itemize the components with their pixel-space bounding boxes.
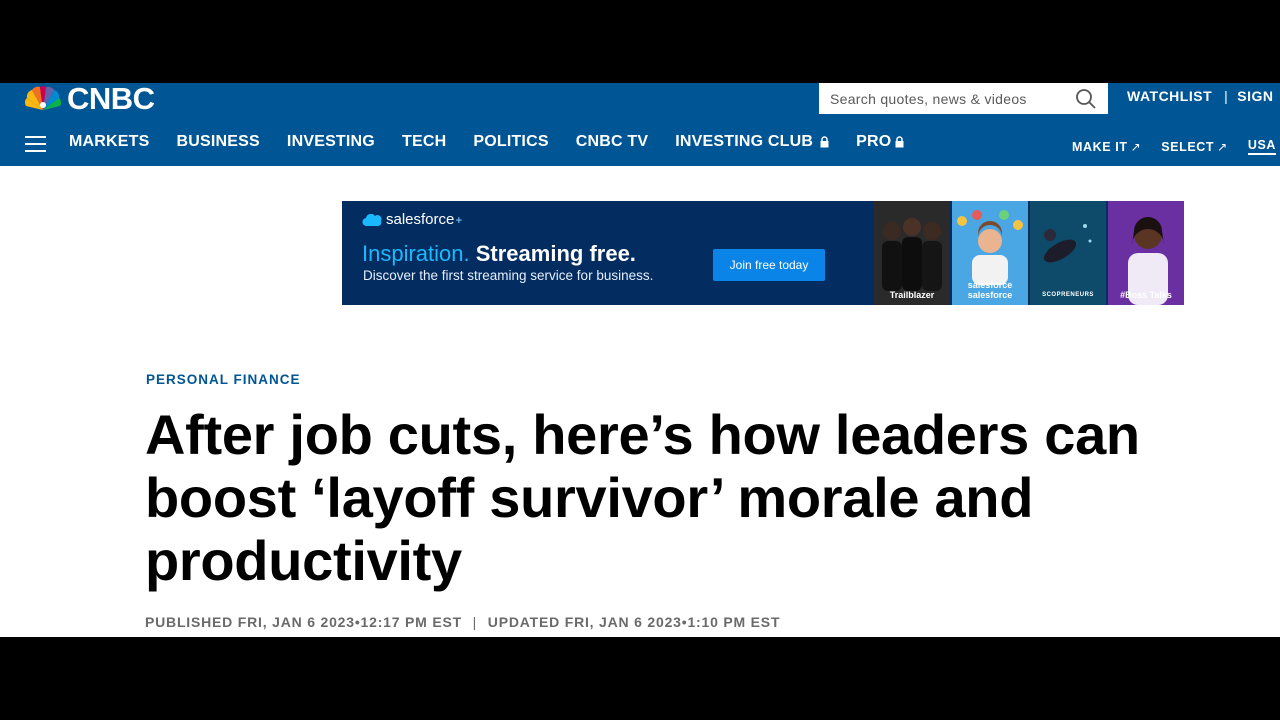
ad-tile-label: Trailblazer — [889, 290, 935, 300]
make-it-link[interactable]: MAKE IT ↗ — [1072, 140, 1141, 154]
ad-tiles: Trailblazer salesforce salesforce SCOPRE… — [874, 201, 1184, 305]
cloud-icon — [362, 213, 382, 226]
nav-item-investing-club-label: INVESTING CLUB — [675, 133, 814, 150]
letterbox-bottom — [0, 637, 1280, 720]
edition-usa-link[interactable]: USA — [1247, 138, 1277, 155]
nav-item-pro-label: PRO — [856, 133, 892, 150]
select-label: SELECT — [1161, 139, 1215, 154]
search-input[interactable] — [830, 90, 1070, 107]
logo-wordmark: CNBC — [67, 83, 155, 116]
ad-tile-scopreneurs: SCOPRENEURS — [1030, 201, 1106, 305]
ad-headline-accent: Inspiration. — [362, 241, 470, 266]
published-time: PUBLISHED FRI, JAN 6 2023•12:17 PM EST — [145, 614, 462, 630]
browser-page: CNBC WATCHLIST | SIGN MARKETS BUSINESS I… — [0, 83, 1280, 637]
ad-subtext: Discover the first streaming service for… — [363, 268, 654, 283]
make-it-label: MAKE IT — [1072, 139, 1128, 154]
article-headline: After job cuts, here’s how leaders can b… — [145, 403, 1140, 592]
ad-headline-main: Streaming free. — [475, 241, 636, 266]
updated-time: UPDATED FRI, JAN 6 2023•1:10 PM EST — [487, 614, 781, 630]
ad-brand-name: salesforce — [386, 211, 455, 228]
main-nav: MARKETS BUSINESS INVESTING TECH POLITICS… — [69, 133, 931, 151]
search-icon[interactable] — [1074, 87, 1098, 111]
letterbox-top — [0, 0, 1280, 83]
nav-item-cnbc-tv[interactable]: CNBC TV — [576, 133, 649, 151]
select-link[interactable]: SELECT ↗ — [1161, 140, 1228, 154]
ad-tile-label: #Boss Talks — [1120, 290, 1172, 300]
watchlist-link[interactable]: WATCHLIST — [1127, 88, 1212, 104]
ad-tile-trailblazer: Trailblazer — [874, 201, 950, 305]
peacock-icon — [24, 86, 62, 110]
menu-icon[interactable] — [25, 136, 46, 152]
divider: | — [472, 614, 478, 630]
ad-brand: salesforce + — [362, 211, 462, 228]
search-box[interactable] — [819, 83, 1108, 114]
nav-item-markets[interactable]: MARKETS — [69, 133, 150, 151]
sign-in-link[interactable]: SIGN — [1237, 88, 1273, 104]
external-link-icon: ↗ — [1130, 139, 1142, 154]
nav-item-pro[interactable]: PRO — [856, 133, 904, 151]
ad-tile-salesforce: salesforce salesforce — [952, 201, 1028, 305]
salesforce-ad-banner[interactable]: salesforce + Inspiration. Streaming free.… — [342, 201, 1184, 305]
lock-icon — [895, 136, 904, 148]
nav-item-tech[interactable]: TECH — [402, 133, 446, 151]
ad-tile-boss-talks: #Boss Talks — [1108, 201, 1184, 305]
plus-icon: + — [455, 212, 463, 227]
divider: | — [1224, 88, 1229, 104]
ad-headline: Inspiration. Streaming free. — [362, 241, 636, 267]
ad-cta-button[interactable]: Join free today — [713, 249, 825, 281]
external-link-icon: ↗ — [1217, 139, 1228, 154]
article-timestamp: PUBLISHED FRI, JAN 6 2023•12:17 PM EST |… — [145, 614, 780, 630]
lock-icon — [820, 136, 829, 148]
top-links: WATCHLIST | SIGN — [1127, 88, 1274, 104]
cnbc-logo[interactable]: CNBC — [22, 83, 155, 116]
section-label[interactable]: PERSONAL FINANCE — [146, 372, 301, 387]
nav-item-investing-club[interactable]: INVESTING CLUB — [675, 133, 829, 151]
nav-item-business[interactable]: BUSINESS — [177, 133, 260, 151]
ad-tile-label: salesforce salesforce — [967, 280, 1013, 300]
site-header: CNBC WATCHLIST | SIGN MARKETS BUSINESS I… — [0, 83, 1280, 166]
ad-tile-label: SCOPRENEURS — [1042, 292, 1094, 298]
nav-item-politics[interactable]: POLITICS — [473, 133, 548, 151]
secondary-nav: MAKE IT ↗ SELECT ↗ USA — [1072, 138, 1277, 155]
nav-item-investing[interactable]: INVESTING — [287, 133, 375, 151]
